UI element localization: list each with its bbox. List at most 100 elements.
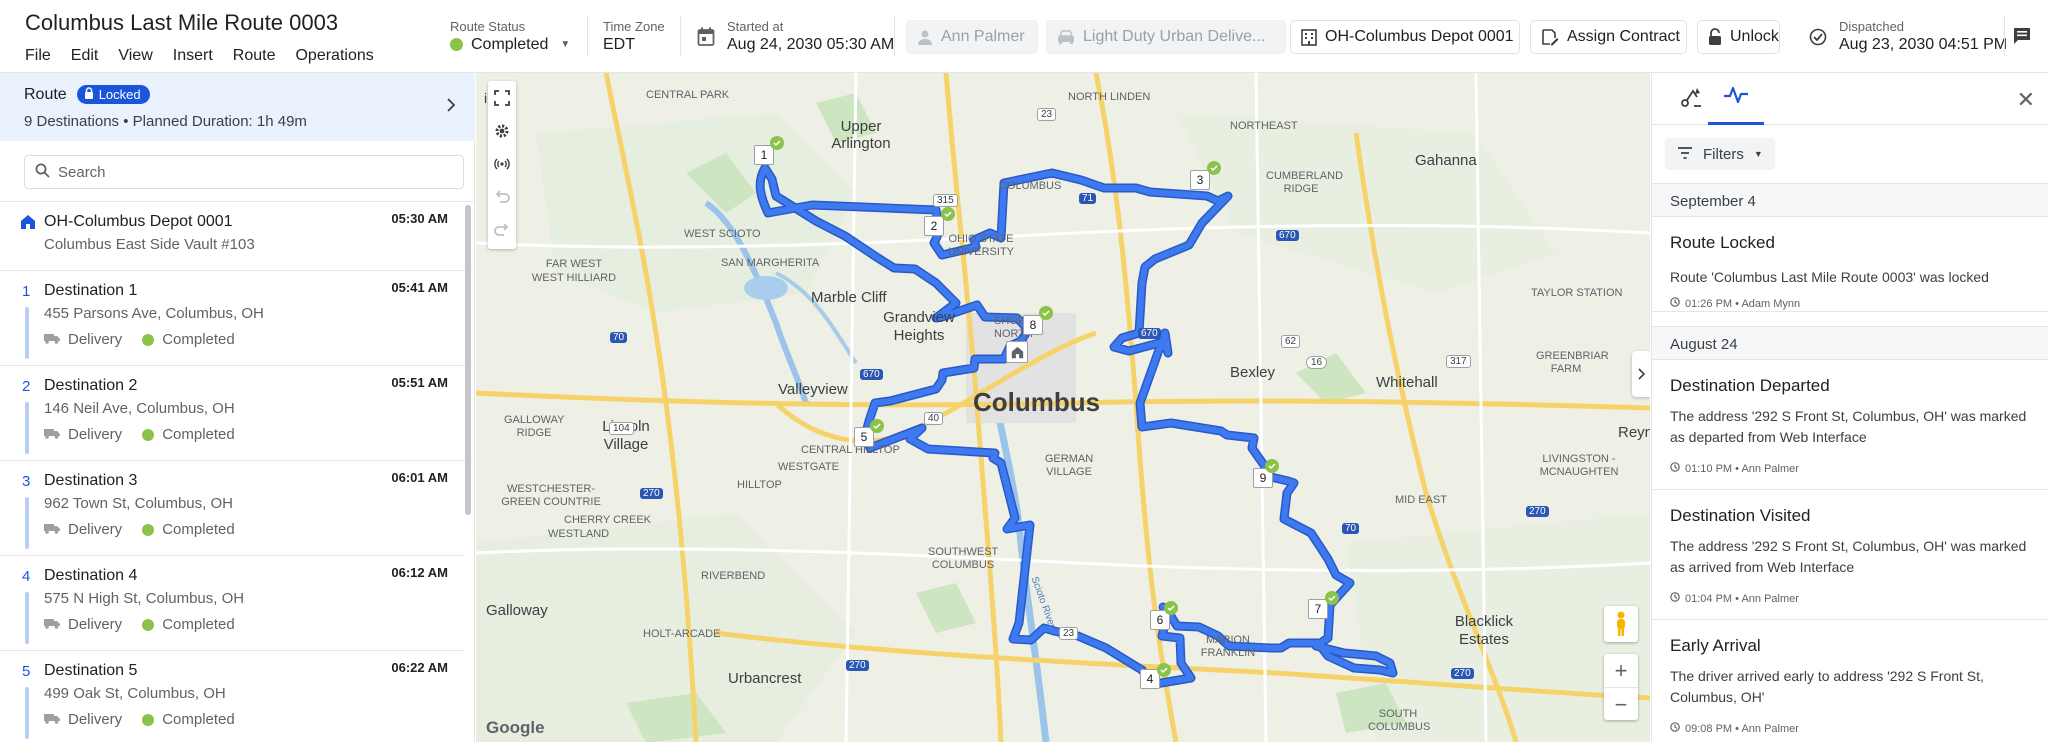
- map-label: SAN MARGHERITA: [721, 257, 820, 269]
- highway-shield: 270: [1451, 668, 1474, 679]
- stop-address: 146 Neil Ave, Columbus, OH: [44, 400, 235, 417]
- map-label: LIVINGSTON - MCNAUGHTEN: [1539, 453, 1619, 478]
- depot-name: OH-Columbus Depot 0001: [1325, 28, 1514, 45]
- route-marker[interactable]: 7: [1308, 599, 1328, 619]
- dispatched: Dispatched Aug 23, 2030 04:51 PM: [1809, 0, 2007, 73]
- panel-collapse-chevron-icon[interactable]: [1632, 351, 1650, 397]
- chat-icon[interactable]: [2012, 26, 2032, 51]
- stop-bar: [25, 307, 29, 359]
- map-label: CENTRAL PARK: [646, 89, 730, 101]
- search-input[interactable]: Search: [24, 155, 464, 189]
- activity-event[interactable]: Destination Visited The address '292 S F…: [1652, 490, 2048, 620]
- truck-icon: [44, 616, 60, 633]
- activity-event[interactable]: Early Arrival The driver arrived early t…: [1652, 620, 2048, 742]
- scrollbar[interactable]: [465, 205, 471, 515]
- event-title: Early Arrival: [1670, 636, 1761, 655]
- map-label: NORTH LINDEN: [1068, 91, 1151, 103]
- vehicle-button[interactable]: Light Duty Urban Delive...: [1046, 20, 1286, 54]
- route-status-label: Route Status: [450, 18, 526, 34]
- highway-shield: 23: [1059, 627, 1079, 640]
- highway-shield: 670: [1276, 230, 1299, 241]
- list-item[interactable]: 3 Destination 3 962 Town St, Columbus, O…: [0, 461, 465, 556]
- assign-contract-button[interactable]: Assign Contract: [1530, 20, 1687, 54]
- divider: [2004, 16, 2005, 56]
- check-circle-icon: [1809, 28, 1827, 46]
- redo-icon[interactable]: [488, 213, 516, 246]
- depot-button[interactable]: OH-Columbus Depot 0001: [1290, 20, 1520, 54]
- car-icon: [1057, 29, 1075, 45]
- filter-lines-icon: [1677, 146, 1693, 163]
- fullscreen-icon[interactable]: [488, 81, 516, 114]
- menu-operations[interactable]: Operations: [295, 47, 373, 65]
- route-marker[interactable]: 1: [754, 145, 774, 165]
- caret-down-icon: ▼: [1753, 149, 1763, 159]
- stop-number: 2: [22, 378, 31, 395]
- list-item-depot[interactable]: OH-Columbus Depot 0001 Columbus East Sid…: [0, 202, 465, 271]
- menu-file[interactable]: File: [25, 47, 51, 65]
- started-at-label: Started at: [727, 18, 784, 34]
- map-label: SOUTH COLUMBUS: [1368, 708, 1431, 733]
- route-map[interactable]: CENTRAL PARK illiard Upper Arlington NOR…: [476, 73, 1650, 742]
- activity-event[interactable]: Destination Departed The address '292 S …: [1652, 360, 2048, 490]
- stop-type: Delivery: [68, 426, 123, 443]
- filters-button[interactable]: Filters ▼: [1665, 138, 1775, 170]
- check-icon: [1164, 601, 1178, 615]
- route-marker[interactable]: 8: [1023, 315, 1043, 335]
- date-group-header: August 24: [1652, 326, 2048, 360]
- undo-icon[interactable]: [488, 180, 516, 213]
- stop-type: Delivery: [68, 331, 123, 348]
- map-label: Bexley: [1230, 364, 1276, 381]
- panel-tabs: ✕: [1652, 73, 2048, 125]
- map-label: Upper Arlington: [831, 118, 891, 152]
- driver-button[interactable]: Ann Palmer: [906, 20, 1038, 54]
- search-icon: [35, 163, 50, 182]
- activity-event[interactable]: Route Locked Route 'Columbus Last Mile R…: [1652, 217, 2048, 312]
- divider: [680, 16, 681, 56]
- stop-type: Delivery: [68, 711, 123, 728]
- vehicle-name: Light Duty Urban Delive...: [1083, 28, 1266, 45]
- google-logo: Google: [486, 718, 545, 737]
- depot-marker-home-icon[interactable]: [1006, 341, 1028, 363]
- list-item[interactable]: 1 Destination 1 455 Parsons Ave, Columbu…: [0, 271, 465, 366]
- list-item[interactable]: 2 Destination 2 146 Neil Ave, Columbus, …: [0, 366, 465, 461]
- menu-insert[interactable]: Insert: [173, 47, 213, 65]
- check-icon: [941, 207, 955, 221]
- highway-shield: 270: [640, 488, 663, 499]
- close-icon[interactable]: ✕: [2017, 87, 2035, 113]
- event-description: The driver arrived early to address '292…: [1670, 668, 1984, 705]
- event-meta: 01:04 PM • Ann Palmer: [1685, 592, 1799, 605]
- street-view-pegman-icon[interactable]: [1604, 606, 1638, 642]
- event-meta: 01:26 PM • Adam Mynn: [1685, 297, 1801, 310]
- menu-view[interactable]: View: [118, 47, 152, 65]
- stop-name: Destination 1: [44, 282, 138, 299]
- unlock-button[interactable]: Unlock: [1697, 20, 1780, 54]
- map-label: WESTGATE: [778, 461, 839, 473]
- list-item[interactable]: 5 Destination 5 499 Oak St, Columbus, OH…: [0, 651, 465, 742]
- map-label: HILLTOP: [737, 479, 782, 491]
- route-marker[interactable]: 3: [1190, 170, 1210, 190]
- event-description: Route 'Columbus Last Mile Route 0003' wa…: [1670, 269, 1989, 285]
- highway-shield: 317: [1446, 355, 1471, 368]
- list-item[interactable]: 4 Destination 4 575 N High St, Columbus,…: [0, 556, 465, 651]
- highway-shield: 270: [846, 660, 869, 671]
- map-label: GALLOWAY RIDGE: [504, 414, 565, 439]
- broadcast-icon[interactable]: [488, 147, 516, 180]
- route-marker[interactable]: 2: [924, 216, 944, 236]
- menu-edit[interactable]: Edit: [71, 47, 99, 65]
- route-header[interactable]: Route Locked 9 Destinations • Planned Du…: [0, 73, 475, 141]
- stop-address: 575 N High St, Columbus, OH: [44, 590, 245, 607]
- status-dot: [142, 523, 155, 536]
- highway-shield: 70: [1342, 523, 1360, 534]
- map-label: GREENBRIAR FARM: [1536, 350, 1609, 375]
- chevron-right-icon[interactable]: [446, 97, 456, 118]
- stop-time: 06:01 AM: [391, 470, 448, 485]
- stop-status: Completed: [162, 711, 235, 728]
- menu-route[interactable]: Route: [233, 47, 276, 65]
- settings-gear-icon[interactable]: [488, 114, 516, 147]
- date-group-header: September 4: [1652, 183, 2048, 217]
- zoom-in-button[interactable]: +: [1604, 654, 1638, 687]
- zoom-out-button[interactable]: −: [1604, 687, 1638, 720]
- route-status-select[interactable]: Route Status Completed ▼: [450, 0, 570, 73]
- tab-activity[interactable]: [1708, 73, 1764, 125]
- home-icon: [20, 214, 36, 235]
